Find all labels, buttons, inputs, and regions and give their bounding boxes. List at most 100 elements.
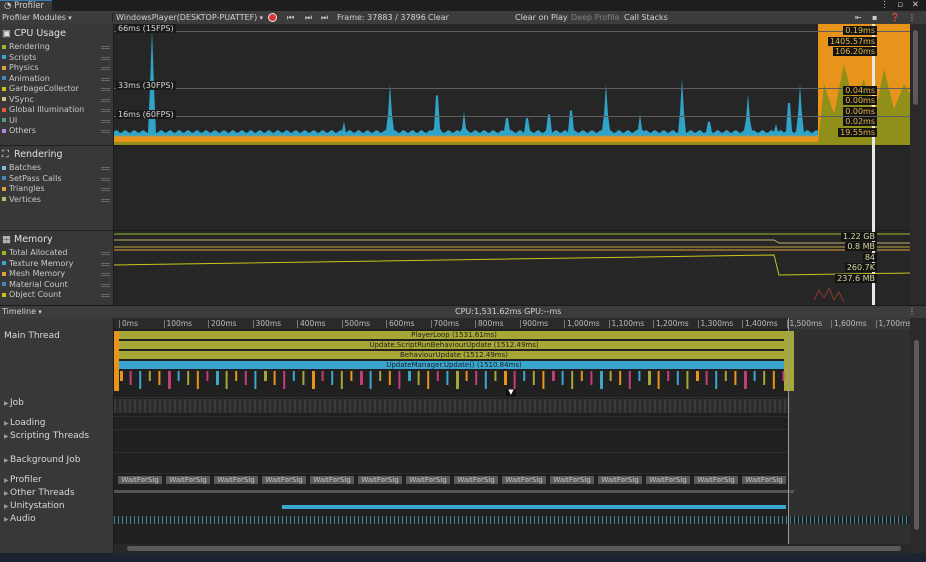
- drag-handle-icon[interactable]: [101, 56, 110, 60]
- drag-handle-icon[interactable]: [101, 167, 110, 170]
- deep-sample[interactable]: [513, 371, 516, 389]
- profiler-wait-sample[interactable]: WaitForSig: [742, 476, 786, 484]
- deep-sample[interactable]: [686, 371, 689, 389]
- legend-item[interactable]: Physics: [2, 63, 39, 74]
- deep-sample[interactable]: [542, 371, 545, 389]
- profiler-wait-sample[interactable]: WaitForSig: [502, 476, 546, 484]
- deep-sample[interactable]: [139, 371, 142, 389]
- rendering-module-title[interactable]: ⛶ Rendering: [2, 149, 63, 160]
- deep-sample[interactable]: [446, 371, 449, 385]
- legend-item[interactable]: Vertices: [2, 195, 41, 206]
- deep-sample[interactable]: [360, 371, 363, 385]
- deep-sample[interactable]: [667, 371, 670, 381]
- next-frame-icon[interactable]: ⏭: [305, 11, 312, 24]
- drag-handle-icon[interactable]: [101, 67, 110, 70]
- drag-handle-icon[interactable]: [101, 188, 110, 191]
- deep-sample[interactable]: [350, 371, 353, 381]
- rendering-chart[interactable]: [114, 145, 910, 231]
- deep-sample[interactable]: [628, 371, 631, 389]
- deep-sample[interactable]: [715, 371, 718, 389]
- deep-sample[interactable]: [494, 371, 497, 381]
- legend-item[interactable]: Animation: [2, 74, 50, 85]
- track-other-threads[interactable]: ▶Other Threads: [4, 488, 75, 498]
- deep-sample[interactable]: [763, 371, 766, 385]
- deep-sample[interactable]: [561, 371, 564, 385]
- scrollbar-thumb[interactable]: [913, 30, 918, 105]
- profiler-wait-sample[interactable]: WaitForSig: [646, 476, 690, 484]
- deep-sample[interactable]: [427, 371, 430, 389]
- deep-sample[interactable]: [638, 371, 641, 381]
- target-player-dropdown[interactable]: WindowsPlayer(DESKTOP-PUATTEF): [116, 11, 263, 24]
- drag-handle-icon[interactable]: [101, 77, 110, 81]
- last-frame-icon[interactable]: ⏭: [321, 11, 328, 24]
- profiler-wait-sample[interactable]: WaitForSig: [694, 476, 738, 484]
- track-profiler[interactable]: ▶Profiler: [4, 475, 42, 485]
- track-unitystation[interactable]: ▶Unitystation: [4, 501, 65, 511]
- deep-sample[interactable]: [504, 371, 507, 385]
- deep-sample[interactable]: [772, 371, 775, 389]
- track-loading[interactable]: ▶Loading: [4, 418, 46, 428]
- legend-item[interactable]: Global Illumination: [2, 105, 84, 116]
- clear-on-play-toggle[interactable]: Clear on Play: [515, 11, 568, 24]
- deep-sample[interactable]: [302, 371, 305, 385]
- deep-sample[interactable]: [532, 371, 535, 385]
- sample-script-run-behaviour-update[interactable]: Update.ScriptRunBehaviourUpdate (1512.49…: [119, 341, 789, 349]
- profiler-wait-sample[interactable]: WaitForSig: [406, 476, 450, 484]
- drag-handle-icon[interactable]: [101, 283, 110, 287]
- load-icon[interactable]: ⇤: [855, 11, 862, 24]
- deep-sample[interactable]: [292, 371, 295, 381]
- drag-handle-icon[interactable]: [101, 252, 110, 255]
- deep-sample[interactable]: [475, 371, 478, 385]
- first-frame-icon[interactable]: ⏮: [287, 11, 294, 24]
- deep-sample[interactable]: [456, 371, 459, 389]
- deep-sample[interactable]: [744, 371, 747, 389]
- legend-item[interactable]: GarbageCollector: [2, 84, 79, 95]
- deep-sample[interactable]: [408, 371, 411, 381]
- deep-sample[interactable]: [552, 371, 555, 381]
- deep-sample[interactable]: [696, 371, 699, 381]
- sample-update-manager-update[interactable]: UpdateManager.Update() (1510.84ms): [119, 361, 789, 369]
- deep-sample[interactable]: [619, 371, 622, 385]
- deep-sample[interactable]: [168, 371, 171, 389]
- track-background-job[interactable]: ▶Background Job: [4, 455, 80, 465]
- deep-sample[interactable]: [244, 371, 247, 385]
- deep-sample[interactable]: [379, 371, 382, 381]
- deep-sample[interactable]: [129, 371, 132, 385]
- deep-sample[interactable]: [648, 371, 651, 385]
- deep-sample[interactable]: [235, 371, 238, 381]
- cpu-module-title[interactable]: ▣ CPU Usage: [2, 28, 66, 39]
- deep-sample[interactable]: [724, 371, 727, 381]
- deep-sample[interactable]: [753, 371, 756, 381]
- profiler-wait-sample[interactable]: WaitForSig: [214, 476, 258, 484]
- track-job[interactable]: ▶Job: [4, 398, 24, 408]
- drag-handle-icon[interactable]: [101, 98, 110, 102]
- timeline-vertical-scrollbar[interactable]: [910, 318, 926, 553]
- drag-handle-icon[interactable]: [101, 198, 110, 202]
- sample-playerloop[interactable]: PlayerLoop (1531.61ms): [119, 331, 789, 339]
- legend-item[interactable]: Scripts: [2, 53, 36, 64]
- legend-item[interactable]: Batches: [2, 163, 41, 174]
- save-icon[interactable]: ▪: [872, 11, 877, 24]
- legend-item[interactable]: Object Count: [2, 290, 61, 301]
- deep-sample[interactable]: [782, 371, 785, 381]
- drag-handle-icon[interactable]: [101, 262, 110, 266]
- deep-sample[interactable]: [148, 371, 151, 381]
- profiler-wait-sample[interactable]: WaitForSig: [262, 476, 306, 484]
- legend-item[interactable]: Total Allocated: [2, 248, 67, 259]
- chart-vertical-scrollbar[interactable]: [910, 24, 926, 305]
- legend-item[interactable]: VSync: [2, 95, 34, 106]
- legend-item[interactable]: SetPass Calls: [2, 174, 61, 185]
- deep-sample[interactable]: [283, 371, 286, 389]
- deep-sample[interactable]: [734, 371, 737, 385]
- deep-sample[interactable]: [369, 371, 372, 389]
- deep-sample[interactable]: [321, 371, 324, 381]
- legend-item[interactable]: Rendering: [2, 42, 50, 53]
- deep-sample[interactable]: [312, 371, 315, 389]
- track-main-thread[interactable]: Main Thread: [4, 331, 60, 341]
- drag-handle-icon[interactable]: [101, 177, 110, 181]
- deep-sample[interactable]: [216, 371, 219, 385]
- window-controls[interactable]: ⋮ ▫ ✕: [880, 0, 922, 11]
- deep-sample[interactable]: [657, 371, 660, 389]
- deep-sample[interactable]: [484, 371, 487, 389]
- call-stacks-toggle[interactable]: Call Stacks: [624, 11, 668, 24]
